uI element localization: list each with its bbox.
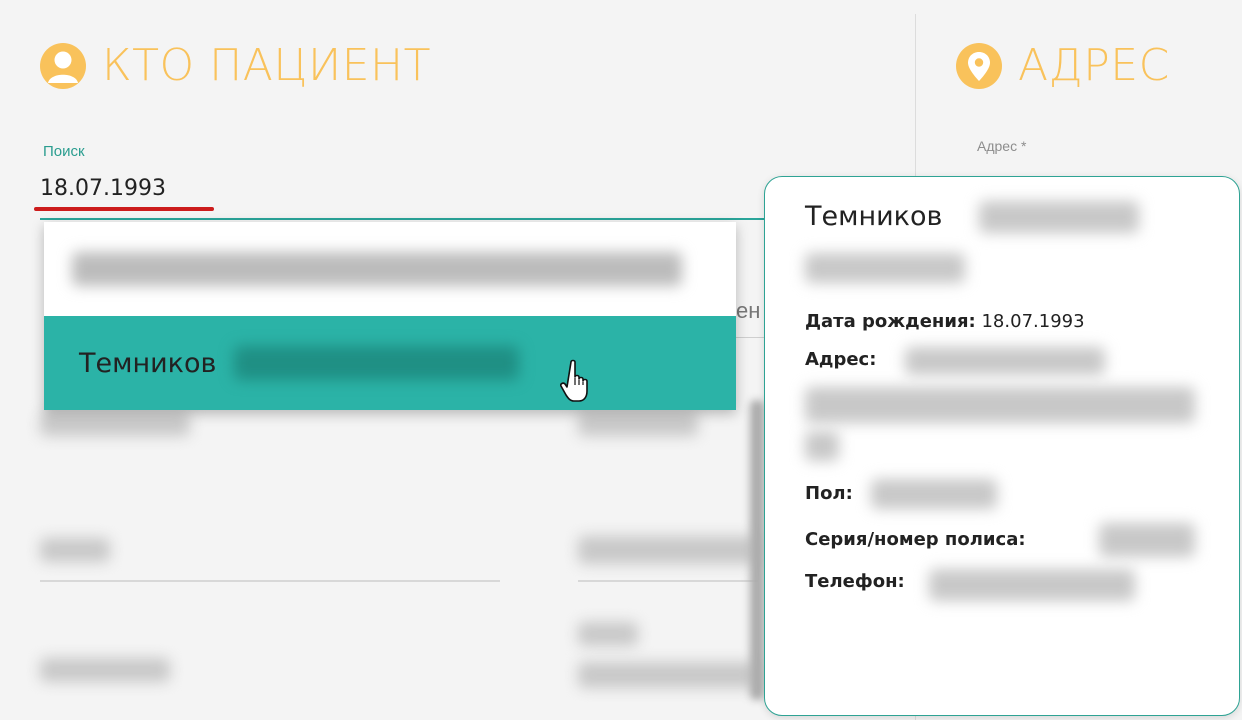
blurred-phone	[929, 569, 1135, 601]
blurred-field	[578, 412, 698, 436]
popup-gender-row: Пол:	[805, 483, 853, 504]
blurred-address	[805, 387, 1195, 423]
blurred-field	[40, 658, 170, 682]
policy-label: Серия/номер полиса:	[805, 529, 1026, 550]
blurred-patient-name	[72, 252, 682, 286]
field-underline	[40, 580, 500, 582]
blurred-gender	[871, 479, 997, 509]
search-input[interactable]	[40, 168, 780, 208]
birth-date-label: Дата рождения:	[805, 311, 976, 332]
popup-policy-row: Серия/номер полиса:	[805, 529, 1026, 550]
field-underline	[578, 580, 758, 582]
highlight-underline	[34, 207, 214, 211]
blurred-address	[905, 347, 1105, 375]
address-section-title-text: АДРЕС	[1018, 40, 1170, 91]
popup-birth-date-row: Дата рождения: 18.07.1993	[805, 311, 1085, 332]
address-section-title: АДРЕС	[956, 40, 1170, 91]
blurred-field	[578, 536, 758, 564]
search-results-dropdown: Темников	[44, 222, 736, 410]
blurred-patient-name	[234, 346, 519, 380]
dropdown-item-name: Темников	[79, 347, 217, 379]
hand-cursor-icon	[560, 359, 588, 402]
blurred-policy	[1099, 523, 1195, 557]
gender-label: Пол:	[805, 483, 853, 504]
popup-patient-name: Темников	[805, 201, 943, 232]
background-row-line	[736, 337, 766, 338]
patient-section-title-text: КТО ПАЦИЕНТ	[102, 40, 431, 91]
blurred-field	[578, 662, 758, 688]
blurred-field	[40, 538, 110, 562]
search-label: Поиск	[43, 143, 85, 160]
background-text-fragment: ен	[736, 298, 761, 323]
phone-label: Телефон:	[805, 571, 905, 592]
dropdown-item-selected[interactable]: Темников	[44, 316, 736, 410]
user-icon	[40, 42, 86, 89]
address-label: Адрес:	[805, 349, 877, 370]
blurred-field	[40, 412, 190, 436]
blurred-field	[578, 622, 638, 646]
popup-phone-row: Телефон:	[805, 571, 905, 592]
popup-address-row: Адрес:	[805, 349, 876, 370]
blurred-address	[805, 431, 839, 461]
blurred-edge	[750, 400, 764, 700]
blurred-patient-name	[979, 201, 1139, 233]
birth-date-value: 18.07.1993	[981, 311, 1085, 332]
patient-info-popup: Темников Дата рождения: 18.07.1993 Адрес…	[764, 176, 1240, 716]
dropdown-item[interactable]	[44, 222, 736, 316]
address-field-label: Адрес *	[977, 138, 1027, 154]
location-pin-icon	[956, 42, 1002, 89]
search-input-underline	[40, 218, 765, 220]
patient-section-title: КТО ПАЦИЕНТ	[40, 40, 431, 91]
blurred-patient-name	[805, 253, 965, 283]
